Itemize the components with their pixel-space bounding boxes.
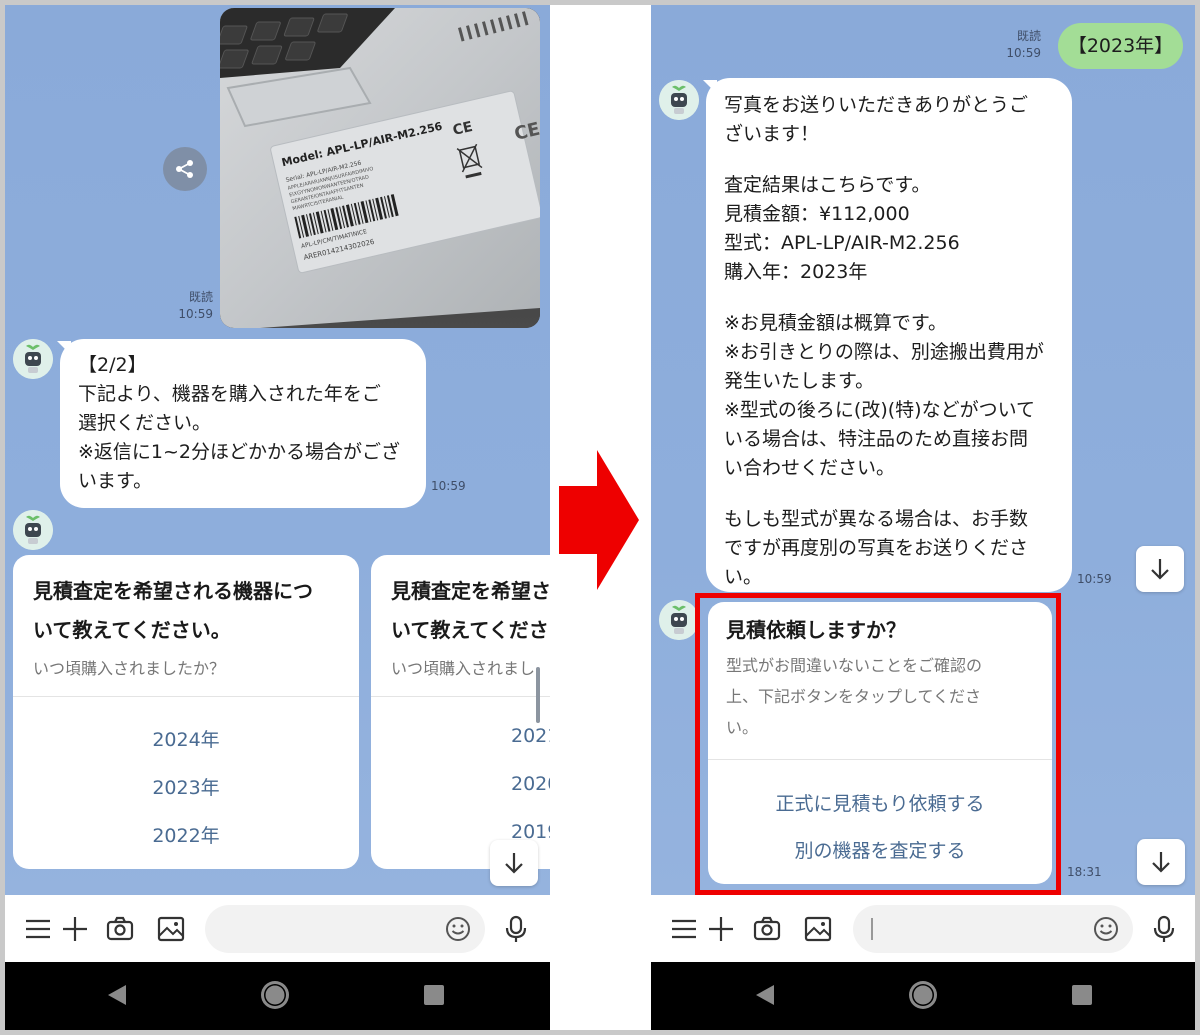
plus-button[interactable] <box>704 912 738 946</box>
year-option-2024[interactable]: 2024年 <box>13 725 359 752</box>
mic-icon <box>505 915 527 942</box>
camera-icon <box>106 916 134 941</box>
right-phone-screen: 既読 10:59 【2023年】 写真をお送りいただきありがとうご ざいます！ … <box>651 5 1196 1030</box>
card-title-line: いて教えてください。 <box>33 618 231 642</box>
image-icon <box>804 916 832 942</box>
camera-button[interactable] <box>750 912 784 946</box>
chat-area[interactable]: Model: APL-LP/AIR-M2.256 Serial: APL-LP/… <box>5 5 550 895</box>
bot-message-line: 下記より、機器を購入された年をご <box>78 383 381 405</box>
message-time: 10:59 <box>178 307 213 321</box>
card-title-line: 見積査定を希望される機器につ <box>33 579 313 603</box>
left-phone-screen: Model: APL-LP/AIR-M2.256 Serial: APL-LP/… <box>5 5 550 1030</box>
carousel-card: 見積査定を希望される機器につ いて教えてください。 いつ頃購入されましたか？ 2… <box>13 555 359 869</box>
sent-read-meta: 既読 10:59 <box>993 28 1041 62</box>
bot-message-line: ※返信に1~2分ほどかかる場合がござ <box>78 441 401 463</box>
highlight-box <box>695 593 1061 895</box>
year-option-2022[interactable]: 2022年 <box>13 821 359 848</box>
scroll-down-icon <box>505 853 523 874</box>
emoji-button[interactable] <box>1089 912 1123 946</box>
message-input[interactable] <box>853 905 1133 953</box>
scroll-down-button[interactable] <box>1137 839 1185 885</box>
mic-icon <box>1153 915 1175 942</box>
year-option-2023[interactable]: 2023年 <box>13 773 359 800</box>
android-nav-bar <box>651 962 1196 1030</box>
camera-button[interactable] <box>103 912 137 946</box>
bot-message-line: 【2/2】 <box>78 354 147 376</box>
card-divider <box>371 696 550 697</box>
scroll-down-button[interactable] <box>1136 546 1184 592</box>
bot-message-line: います。 <box>78 470 153 492</box>
bot-avatar[interactable] <box>13 339 53 379</box>
laptop-photo: Model: APL-LP/AIR-M2.256 Serial: APL-LP/… <box>220 8 540 328</box>
message-time: 10:59 <box>431 479 466 493</box>
share-icon <box>176 160 193 178</box>
plus-button[interactable] <box>58 912 92 946</box>
share-button[interactable] <box>163 147 207 191</box>
card-title-line: いて教えてくださ <box>391 618 549 642</box>
image-button[interactable] <box>801 912 835 946</box>
bot-message-paragraph: もしも型式が異なる場合は、お手数 ですが再度別の写真をお送りくださ い。 <box>724 508 1029 588</box>
emoji-icon <box>1094 917 1118 941</box>
mic-button[interactable] <box>499 912 533 946</box>
menu-icon <box>672 919 696 939</box>
emoji-button[interactable] <box>441 912 475 946</box>
bot-message-paragraph: 査定結果はこちらです。 見積金額：¥112,000 型式：APL-LP/AIR-… <box>724 174 960 283</box>
bot-message-bubble: 写真をお送りいただきありがとうご ざいます！ 査定結果はこちらです。 見積金額：… <box>706 78 1072 592</box>
camera-icon <box>753 916 781 941</box>
bot-avatar[interactable] <box>13 510 53 550</box>
photo-read-meta: 既読 10:59 <box>165 289 213 323</box>
menu-icon <box>26 919 50 939</box>
bot-message-bubble: 【2/2】 下記より、機器を購入された年をご 選択ください。 ※返信に1~2分ほ… <box>60 339 426 508</box>
read-status: 既読 <box>188 290 213 304</box>
message-time: 18:31 <box>1067 865 1102 879</box>
plus-icon <box>709 917 733 941</box>
scroll-down-icon <box>1151 559 1169 580</box>
card-subtitle: いつ頃購入されましたか？ <box>33 659 226 678</box>
message-time: 10:59 <box>1077 572 1112 586</box>
bot-message-paragraph: 写真をお送りいただきありがとうご ざいます！ <box>724 94 1029 145</box>
menu-button[interactable] <box>667 912 701 946</box>
home-icon[interactable] <box>906 978 940 1012</box>
recents-icon[interactable] <box>1068 981 1096 1009</box>
bot-avatar[interactable] <box>659 80 699 120</box>
emoji-icon <box>446 917 470 941</box>
bot-avatar[interactable] <box>659 600 699 640</box>
sent-message-bubble: 【2023年】 <box>1058 23 1183 69</box>
chat-area[interactable]: 既読 10:59 【2023年】 写真をお送りいただきありがとうご ざいます！ … <box>651 5 1196 895</box>
scroll-down-button[interactable] <box>490 840 538 886</box>
android-nav-bar <box>5 962 550 1030</box>
read-status: 既読 <box>1016 29 1041 43</box>
back-icon[interactable] <box>750 980 780 1010</box>
mic-button[interactable] <box>1147 912 1181 946</box>
year-option-2020[interactable]: 2020 <box>511 773 550 795</box>
card-title-line: 見積査定を希望さ <box>391 579 550 603</box>
photo-message[interactable]: Model: APL-LP/AIR-M2.256 Serial: APL-LP/… <box>220 8 540 328</box>
arrow-right-icon <box>559 450 639 590</box>
text-cursor <box>871 918 873 940</box>
message-input[interactable] <box>205 905 485 953</box>
bot-message-line: 選択ください。 <box>78 412 212 434</box>
carousel-card: 見積査定を希望さ いて教えてくださ いつ頃購入されまし 2021 2020 20… <box>371 555 550 869</box>
year-option-2021[interactable]: 2021 <box>511 725 550 747</box>
plus-icon <box>63 917 87 941</box>
menu-button[interactable] <box>21 912 55 946</box>
message-time: 10:59 <box>1006 46 1041 60</box>
recents-icon[interactable] <box>420 981 448 1009</box>
home-icon[interactable] <box>258 978 292 1012</box>
message-input-bar <box>651 895 1196 962</box>
bot-message-paragraph: ※お見積金額は概算です。 ※お引きとりの際は、別途搬出費用が 発生いたします。 … <box>724 312 1044 479</box>
card-subtitle: いつ頃購入されまし <box>391 659 536 678</box>
card-divider <box>13 696 359 697</box>
back-icon[interactable] <box>102 980 132 1010</box>
image-icon <box>157 916 185 942</box>
image-button[interactable] <box>154 912 188 946</box>
carousel-scrollbar[interactable] <box>536 667 540 723</box>
scroll-down-icon <box>1152 852 1170 873</box>
message-input-bar <box>5 895 550 962</box>
